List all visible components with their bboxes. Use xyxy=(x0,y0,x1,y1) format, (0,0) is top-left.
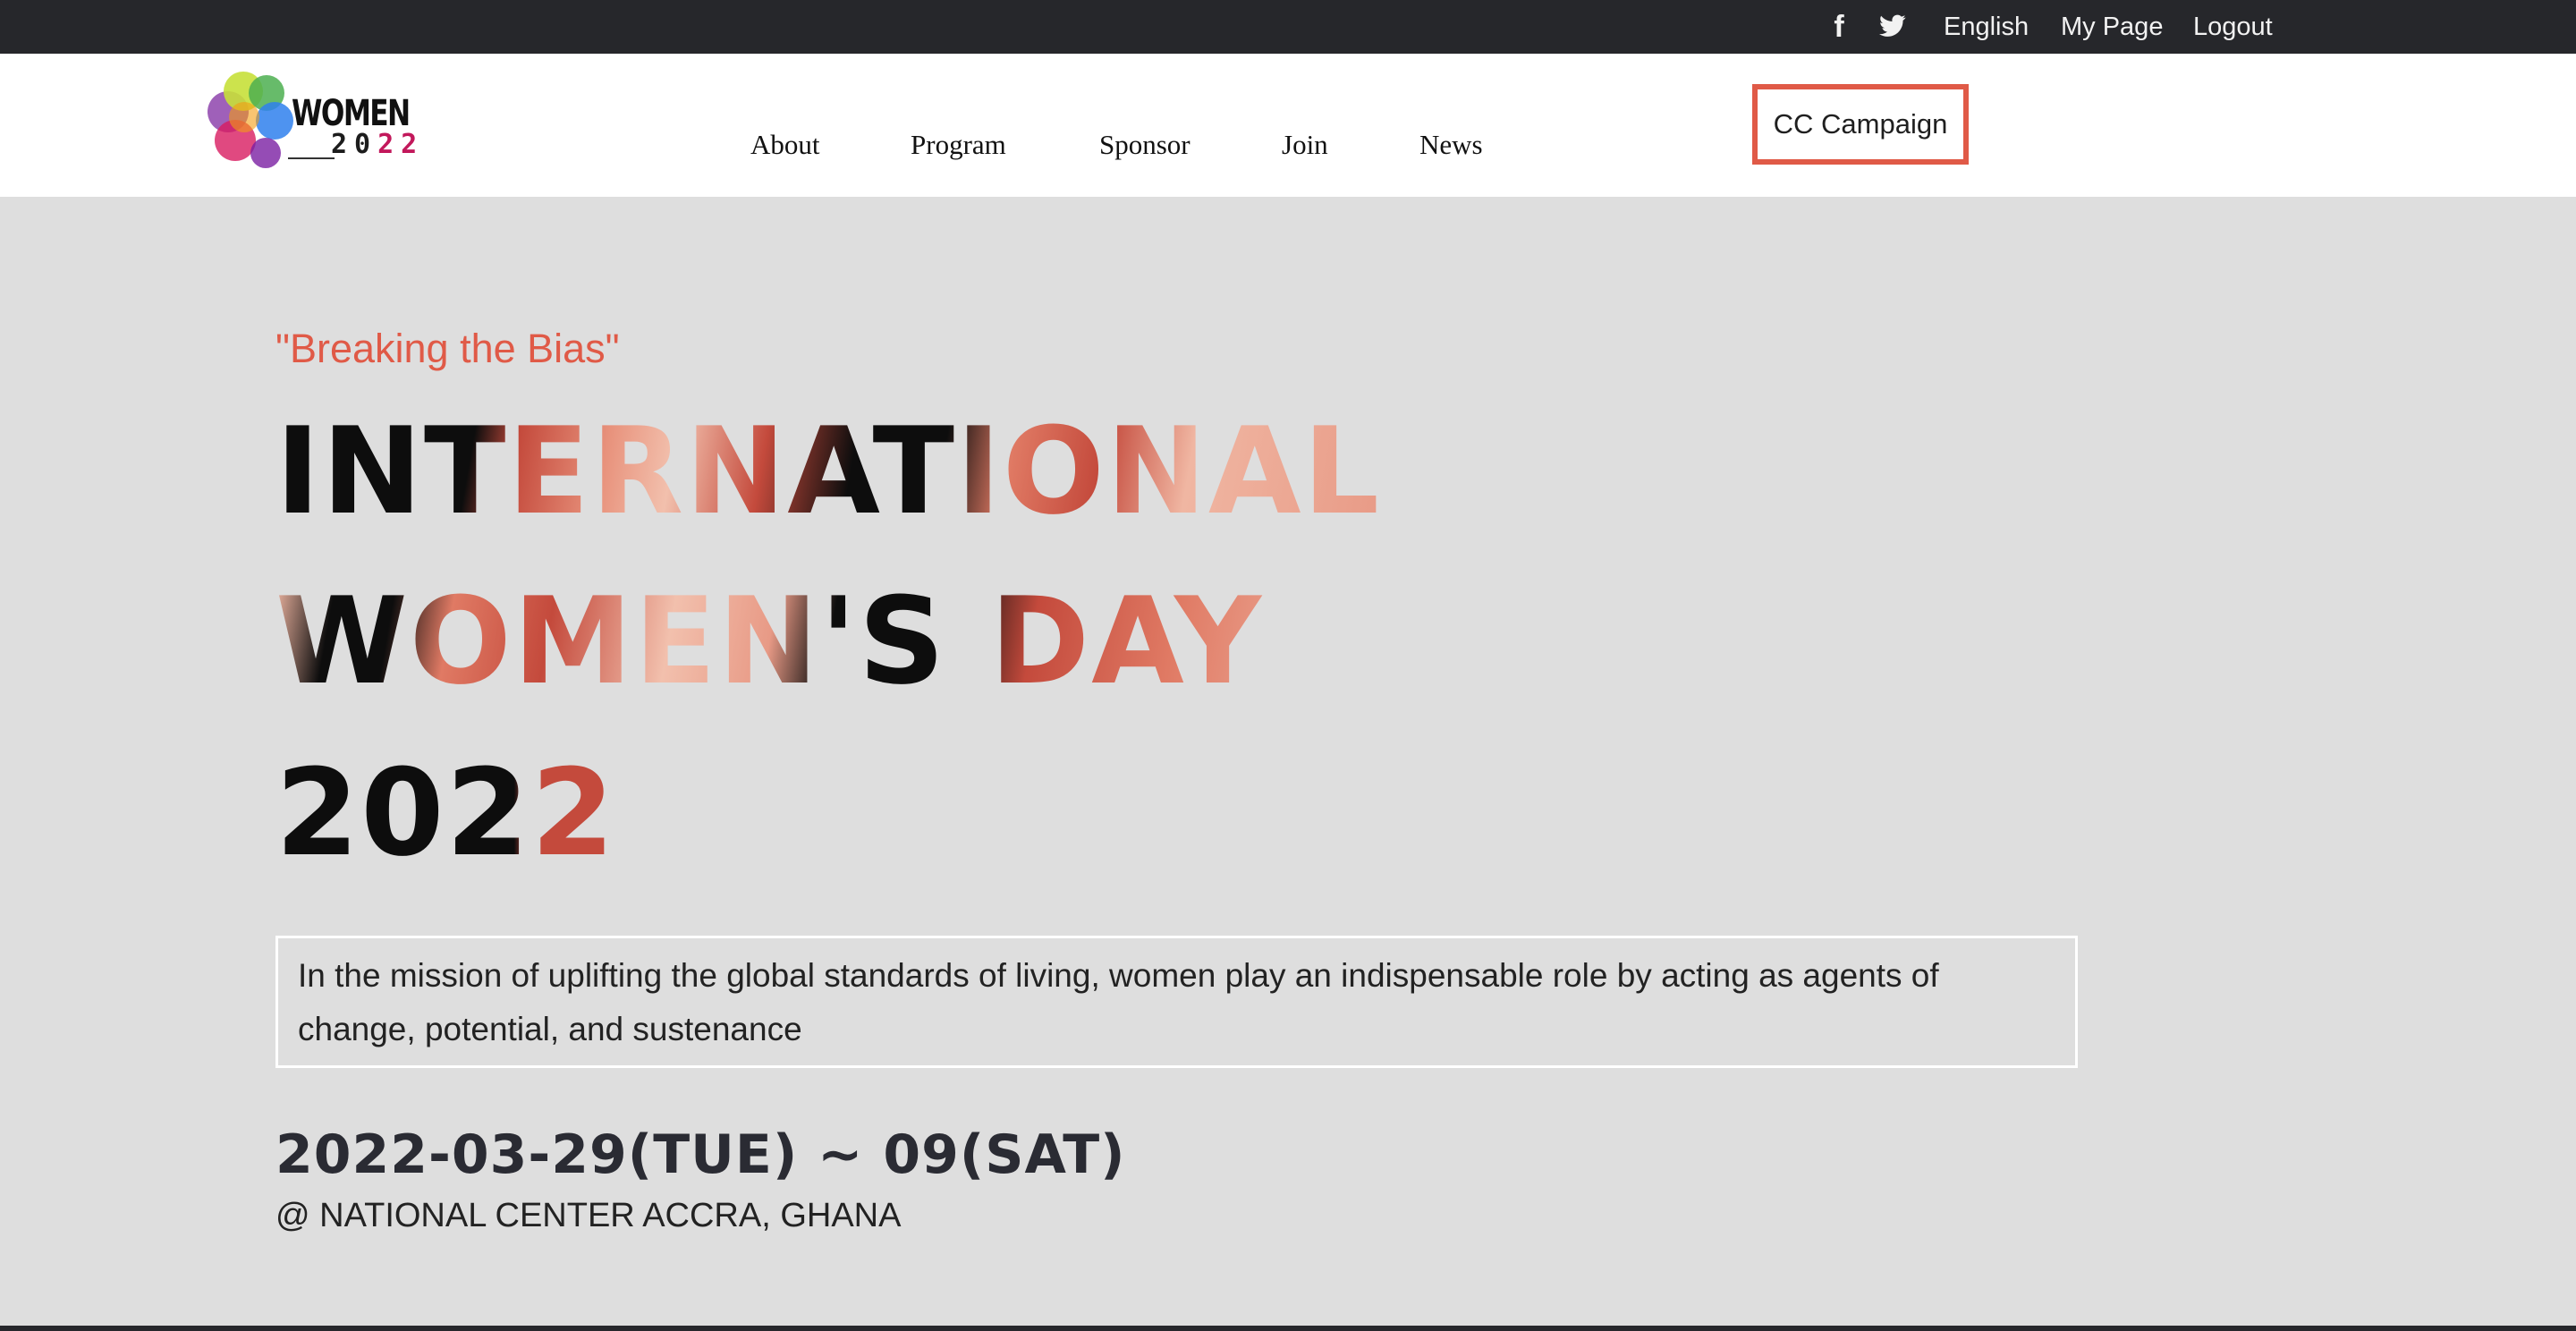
logo-year: 2022 xyxy=(331,129,425,160)
hero-title-line-3: 2022 xyxy=(275,743,616,883)
event-venue: @ NATIONAL CENTER ACCRA, GHANA xyxy=(275,1197,902,1234)
my-page-link[interactable]: My Page xyxy=(2061,0,2163,54)
hero-title-line-2: WOMEN'S DAY xyxy=(275,572,1264,711)
logo-blob xyxy=(256,102,293,140)
bottom-bar xyxy=(0,1326,2576,1331)
hero-tagline: "Breaking the Bias" xyxy=(275,326,620,371)
women-2022-logo[interactable]: WOMEN 2022 xyxy=(206,72,417,179)
top-utility-bar: f English My Page Logout xyxy=(0,0,2576,54)
twitter-icon[interactable] xyxy=(1879,0,1910,54)
logo-underline xyxy=(288,157,335,159)
hero-title-line-1: INTERNATIONAL xyxy=(275,402,1381,541)
event-dates: 2022-03-29(TUE) ~ 09(SAT) xyxy=(275,1123,1126,1186)
nav-program[interactable]: Program xyxy=(911,54,1006,197)
language-selector[interactable]: English xyxy=(1944,0,2029,54)
nav-join[interactable]: Join xyxy=(1282,54,1328,197)
logo-blob xyxy=(250,138,281,168)
nav-news[interactable]: News xyxy=(1419,54,1483,197)
cc-campaign-button[interactable]: CC Campaign xyxy=(1752,84,1969,165)
hero-description: In the mission of uplifting the global s… xyxy=(275,936,2078,1068)
facebook-icon[interactable]: f xyxy=(1827,0,1851,54)
twitter-bird-shape xyxy=(1879,14,1906,37)
nav-about[interactable]: About xyxy=(750,54,820,197)
nav-sponsor[interactable]: Sponsor xyxy=(1099,54,1191,197)
logo-blob xyxy=(229,102,259,132)
logout-link[interactable]: Logout xyxy=(2193,0,2273,54)
